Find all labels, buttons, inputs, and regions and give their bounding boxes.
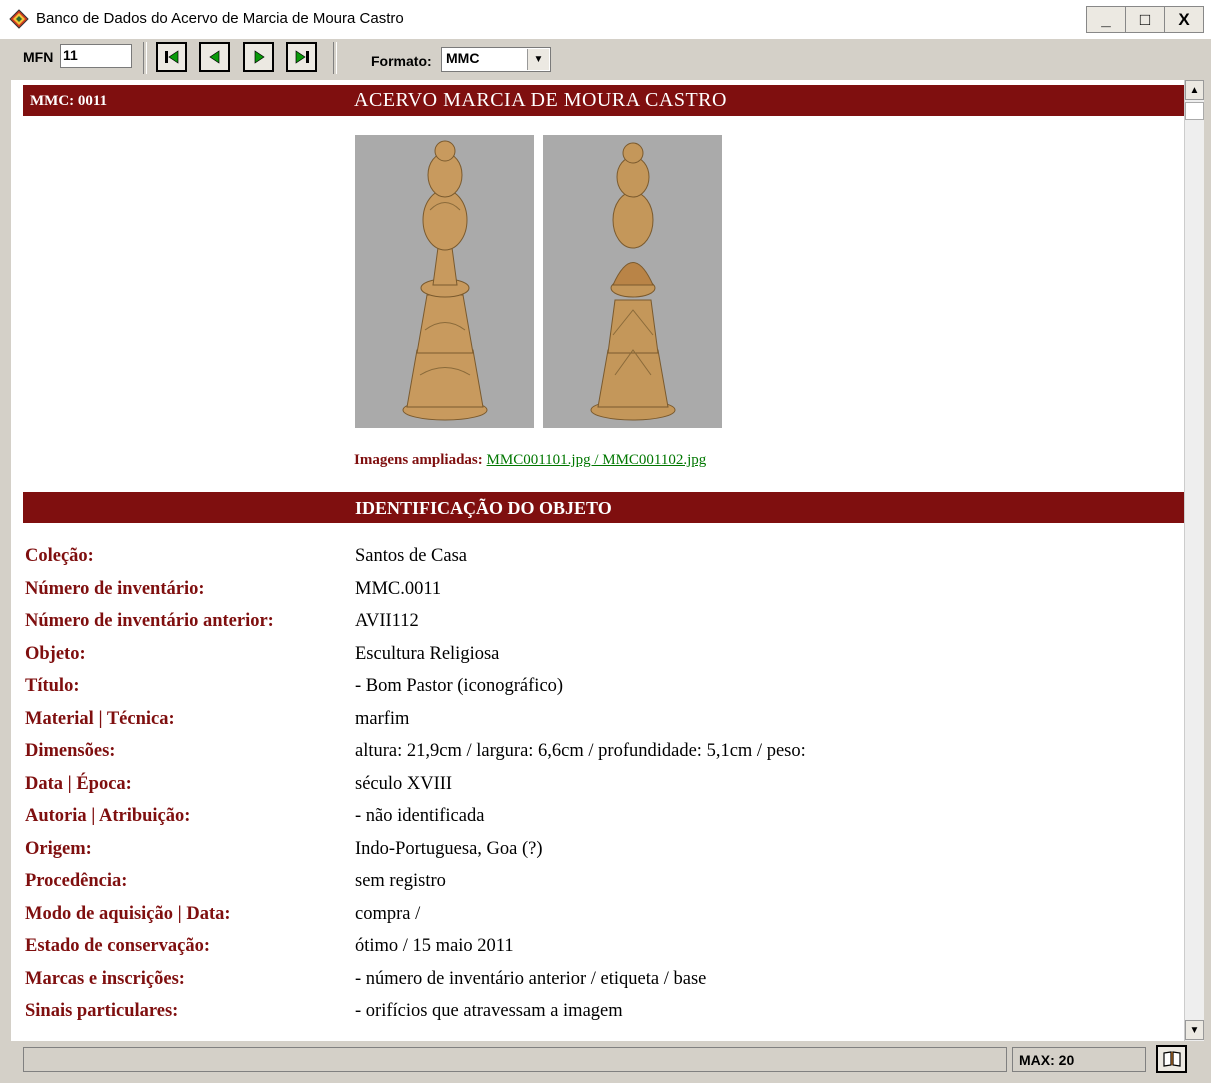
field-label: Sinais particulares: xyxy=(25,1001,179,1021)
previous-record-button[interactable] xyxy=(199,42,230,72)
mfn-label: MFN xyxy=(23,49,54,65)
minimize-icon: _ xyxy=(1101,9,1111,29)
field-value: altura: 21,9cm / largura: 6,6cm / profun… xyxy=(355,741,806,761)
max-records: MAX: 20 xyxy=(1012,1047,1146,1072)
field-row: Procedência: sem registro xyxy=(25,871,1175,904)
chevron-down-icon[interactable]: ▼ xyxy=(527,49,549,70)
collection-title: ACERVO MARCIA DE MOURA CASTRO xyxy=(354,89,727,111)
last-record-icon xyxy=(295,50,309,64)
field-label: Modo de aquisição | Data: xyxy=(25,903,231,924)
field-list: Coleção: Santos de Casa Número de inventár… xyxy=(25,546,1175,1034)
field-row: Objeto: Escultura Religiosa xyxy=(25,644,1175,677)
book-icon xyxy=(1162,1051,1181,1067)
field-label: Dimensões: xyxy=(25,741,116,761)
object-photo-back xyxy=(543,135,722,428)
app-icon xyxy=(9,9,29,29)
field-value: Santos de Casa xyxy=(355,546,468,566)
scrollbar-thumb[interactable] xyxy=(1185,102,1204,120)
field-label: Título: xyxy=(25,676,80,696)
record-header-bar: MMC: 0011 ACERVO MARCIA DE MOURA CASTRO xyxy=(23,85,1184,116)
close-button[interactable]: X xyxy=(1164,6,1204,33)
maximize-icon: □ xyxy=(1139,9,1151,29)
field-row: Marcas e inscrições: - número de inventár… xyxy=(25,969,1175,1002)
field-value: marfim xyxy=(355,708,410,729)
field-row: Estado de conservação: ótimo / 15 maio 20… xyxy=(25,936,1175,969)
enlarged-images-line: Imagens ampliadas: MMC001101.jpg / MMC00… xyxy=(354,452,706,469)
field-row: Material | Técnica: marfim xyxy=(25,709,1175,742)
field-label: Marcas e inscrições: xyxy=(25,968,185,989)
field-row: Origem: Indo-Portuguesa, Goa (?) xyxy=(25,839,1175,872)
toolbar-separator xyxy=(143,42,147,74)
field-row: Data | Época: século XVIII xyxy=(25,774,1175,807)
field-label: Número de inventário anterior: xyxy=(25,611,274,631)
record-view: MMC: 0011 ACERVO MARCIA DE MOURA CASTRO xyxy=(11,80,1184,1041)
field-value: - número de inventário anterior / etique… xyxy=(355,968,707,989)
field-label: Coleção: xyxy=(25,546,94,566)
field-value: Indo-Portuguesa, Goa (?) xyxy=(355,838,543,859)
previous-record-icon xyxy=(208,50,219,64)
field-value: AVII112 xyxy=(355,611,419,631)
format-label: Formato: xyxy=(371,53,432,69)
field-value: - Bom Pastor (iconográfico) xyxy=(355,676,564,696)
object-photo-front xyxy=(355,135,534,428)
field-value: - orifícios que atravessam a imagem xyxy=(355,1001,623,1021)
record-code: MMC: 0011 xyxy=(30,93,108,109)
field-row: Número de inventário anterior: AVII112 xyxy=(25,611,1175,644)
section-header-bar: IDENTIFICAÇÃO DO OBJETO xyxy=(23,492,1184,523)
field-label: Número de inventário: xyxy=(25,578,205,599)
last-record-button[interactable] xyxy=(286,42,317,72)
book-button[interactable] xyxy=(1156,1045,1187,1073)
field-label: Autoria | Atribuição: xyxy=(25,806,191,826)
minimize-button[interactable]: _ xyxy=(1086,6,1126,33)
close-icon: X xyxy=(1178,9,1190,29)
field-value: MMC.0011 xyxy=(355,578,442,599)
vertical-scrollbar[interactable]: ▲ ▼ xyxy=(1184,80,1204,1041)
field-row: Número de inventário: MMC.0011 xyxy=(25,579,1175,612)
enlarged-images-label: Imagens ampliadas: xyxy=(354,452,483,468)
field-row: Modo de aquisição | Data: compra / xyxy=(25,904,1175,937)
enlarged-images-link[interactable]: MMC001101.jpg / MMC001102.jpg xyxy=(487,452,707,468)
field-label: Data | Época: xyxy=(25,773,132,794)
mfn-input[interactable]: 11 xyxy=(60,44,132,68)
field-label: Material | Técnica: xyxy=(25,708,175,729)
field-label: Objeto: xyxy=(25,643,86,664)
toolbar-separator xyxy=(333,42,337,74)
field-row: Dimensões: altura: 21,9cm / largura: 6,6c… xyxy=(25,741,1175,774)
field-value: - não identificada xyxy=(355,806,485,826)
field-value: Escultura Religiosa xyxy=(355,643,500,664)
format-select[interactable]: MMC ▼ xyxy=(441,47,551,72)
field-value: sem registro xyxy=(355,871,446,891)
format-value: MMC xyxy=(446,50,480,66)
section-title: IDENTIFICAÇÃO DO OBJETO xyxy=(355,498,612,518)
window-title: Banco de Dados do Acervo de Marcia de Mo… xyxy=(36,10,404,27)
field-value: século XVIII xyxy=(355,773,453,794)
first-record-button[interactable] xyxy=(156,42,187,72)
field-label: Estado de conservação: xyxy=(25,936,210,956)
next-record-icon xyxy=(254,50,265,64)
field-row: Coleção: Santos de Casa xyxy=(25,546,1175,579)
scroll-down-icon[interactable]: ▼ xyxy=(1185,1020,1204,1040)
field-value: compra / xyxy=(355,903,421,924)
status-message xyxy=(23,1047,1007,1072)
title-bar: Banco de Dados do Acervo de Marcia de Mo… xyxy=(0,0,1211,40)
maximize-button[interactable]: □ xyxy=(1125,6,1165,33)
field-label: Origem: xyxy=(25,838,92,859)
first-record-icon xyxy=(164,50,178,64)
field-label: Procedência: xyxy=(25,871,128,891)
scroll-up-icon[interactable]: ▲ xyxy=(1185,80,1204,100)
field-row: Sinais particulares: - orifícios que atra… xyxy=(25,1001,1175,1034)
field-value: ótimo / 15 maio 2011 xyxy=(355,936,514,956)
next-record-button[interactable] xyxy=(243,42,274,72)
field-row: Título: - Bom Pastor (iconográfico) xyxy=(25,676,1175,709)
field-row: Autoria | Atribuição: - não identificada xyxy=(25,806,1175,839)
